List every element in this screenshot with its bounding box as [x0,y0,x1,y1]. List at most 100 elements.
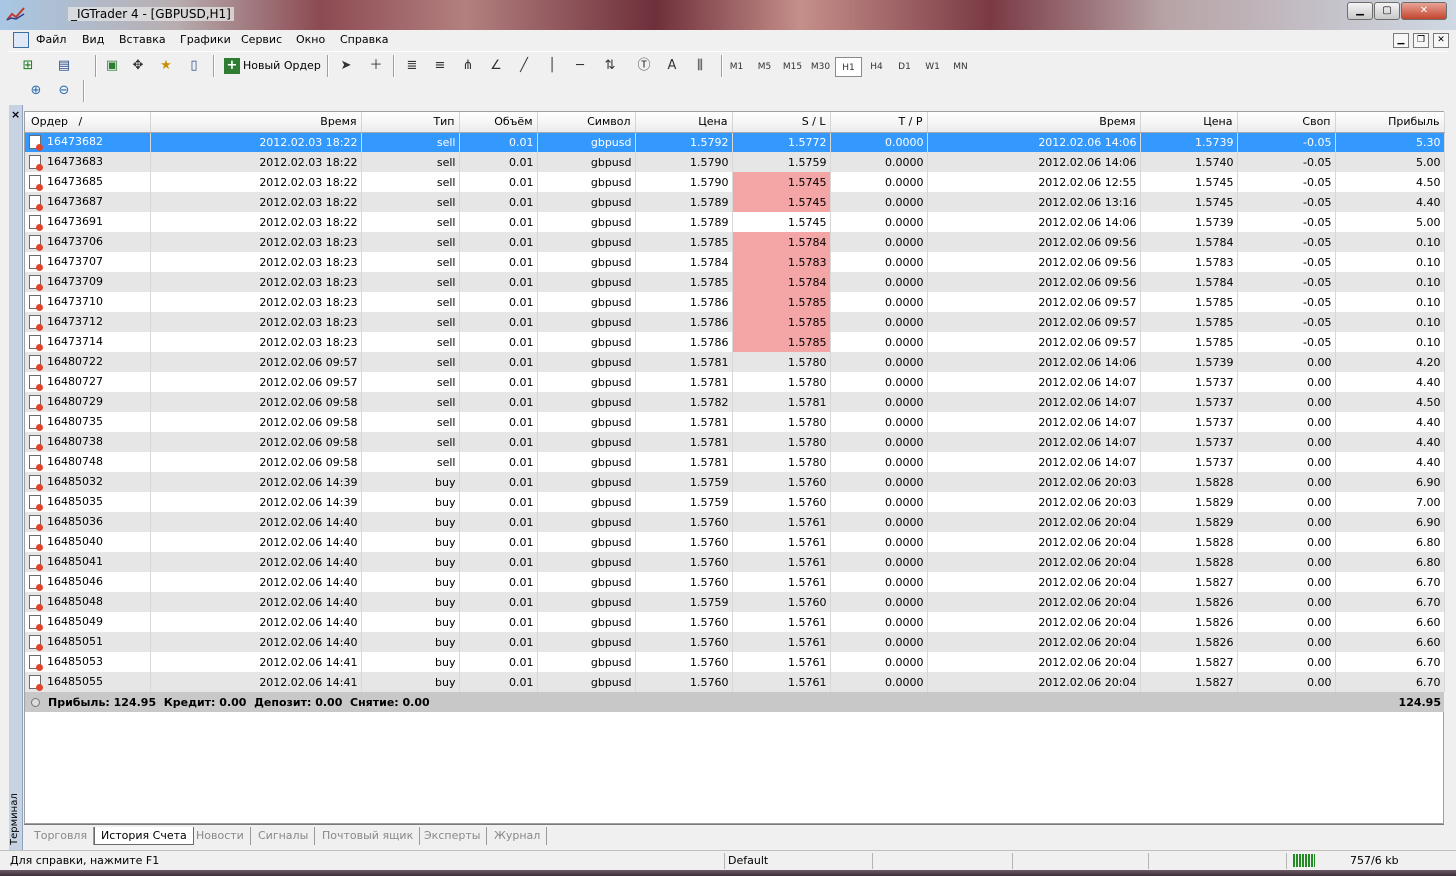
table-row[interactable]: 16480729 2012.02.06 09:58 sell 0.01 gbpusd 1.… [25,392,1445,412]
cell-symbol: gbpusd [537,632,636,652]
menu-view[interactable]: Вид [82,33,104,46]
table-row[interactable]: 16473683 2012.02.03 18:22 sell 0.01 gbpusd 1.… [25,152,1445,172]
table-row[interactable]: 16480738 2012.02.06 09:58 sell 0.01 gbpusd 1.… [25,432,1445,452]
table-row[interactable]: 16473687 2012.02.03 18:22 sell 0.01 gbpusd 1.… [25,192,1445,212]
table-row[interactable]: 16473685 2012.02.03 18:22 sell 0.01 gbpusd 1.… [25,172,1445,192]
text-label-icon[interactable]: Ⓣ [633,56,655,76]
timeframe-m1[interactable]: M1 [723,57,750,77]
timeframe-m15[interactable]: M15 [779,57,806,77]
timeframe-m5[interactable]: M5 [751,57,778,77]
crosshair-icon[interactable]: ＋ [365,56,387,76]
col-order[interactable]: Ордер / [25,112,151,133]
menu-charts[interactable]: Графики [180,33,231,46]
col-type[interactable]: Тип [361,112,460,133]
tab-journal[interactable]: Журнал [488,827,548,845]
text-icon[interactable]: A [661,56,683,76]
table-row[interactable]: 16485040 2012.02.06 14:40 buy 0.01 gbpusd 1.5… [25,532,1445,552]
horizontal-line-icon[interactable]: ─ [569,56,591,76]
fibo-arc-icon[interactable]: ∠ [485,56,507,76]
trendline-icon[interactable]: ╱ [513,56,535,76]
zoom-in-icon[interactable]: ⊕ [25,81,47,101]
timeframe-h4[interactable]: H4 [863,57,890,77]
table-row[interactable]: 16485053 2012.02.06 14:41 buy 0.01 gbpusd 1.5… [25,652,1445,672]
new-chart-icon[interactable]: ⊞ [17,56,39,76]
fibo-channel-icon[interactable]: ≡ [429,56,451,76]
terminal-icon[interactable]: ▯ [183,56,205,76]
new-order-button[interactable]: + Новый Ордер [221,55,321,77]
table-row[interactable]: 16480727 2012.02.06 09:57 sell 0.01 gbpusd 1.… [25,372,1445,392]
col-close-price[interactable]: Цена [1140,112,1238,133]
menu-tools[interactable]: Сервис [241,33,282,46]
tab-account-history[interactable]: История Счета [94,827,194,845]
menu-window[interactable]: Окно [296,33,325,46]
table-row[interactable]: 16473707 2012.02.03 18:23 sell 0.01 gbpusd 1.… [25,252,1445,272]
periods-icon[interactable]: ⫼ [689,56,711,76]
navigator-icon[interactable]: ✥ [127,56,149,76]
favorites-icon[interactable]: ★ [155,56,177,76]
cell-type: sell [361,412,460,432]
col-profit[interactable]: Прибыль [1335,112,1445,133]
tab-trade[interactable]: Торговля [28,827,95,845]
timeframe-d1[interactable]: D1 [891,57,918,77]
table-row[interactable]: 16473709 2012.02.03 18:23 sell 0.01 gbpusd 1.… [25,272,1445,292]
cell-volume: 0.01 [459,272,538,292]
closed-order-icon [29,375,43,391]
table-row[interactable]: 16485049 2012.02.06 14:40 buy 0.01 gbpusd 1.5… [25,612,1445,632]
profiles-icon[interactable]: ▤ [53,56,75,76]
table-row[interactable]: 16485051 2012.02.06 14:40 buy 0.01 gbpusd 1.5… [25,632,1445,652]
mdi-restore-icon[interactable]: ❐ [1413,33,1429,48]
col-close-time[interactable]: Время [927,112,1141,133]
minimize-button[interactable]: ▁ [1347,2,1373,20]
col-sl[interactable]: S / L [732,112,831,133]
table-row[interactable]: 16480722 2012.02.06 09:57 sell 0.01 gbpusd 1.… [25,352,1445,372]
table-row[interactable]: 16473714 2012.02.03 18:23 sell 0.01 gbpusd 1.… [25,332,1445,352]
table-row[interactable]: 16473710 2012.02.03 18:23 sell 0.01 gbpusd 1.… [25,292,1445,312]
title-bar[interactable]: _IGTrader 4 - [GBPUSD,H1] ▁ ▢ ✕ [0,0,1456,30]
col-swap[interactable]: Своп [1237,112,1336,133]
cell-symbol: gbpusd [537,252,636,272]
table-row[interactable]: 16485046 2012.02.06 14:40 buy 0.01 gbpusd 1.5… [25,572,1445,592]
fibo-fan-icon[interactable]: ⋔ [457,56,479,76]
menu-file[interactable]: Файл [36,33,66,46]
table-row[interactable]: 16485035 2012.02.06 14:39 buy 0.01 gbpusd 1.5… [25,492,1445,512]
close-window-button[interactable]: ✕ [1401,2,1447,20]
close-icon[interactable]: × [11,108,20,121]
table-row[interactable]: 16473682 2012.02.03 18:22 sell 0.01 gbpusd 1.… [25,132,1445,152]
arrows-icon[interactable]: ⇅ [599,56,621,76]
table-row[interactable]: 16480735 2012.02.06 09:58 sell 0.01 gbpusd 1.… [25,412,1445,432]
mdi-minimize-icon[interactable]: ▁ [1393,33,1409,48]
col-tp[interactable]: T / P [830,112,928,133]
col-open-time[interactable]: Время [150,112,362,133]
tab-news[interactable]: Новости [190,827,251,845]
status-profile[interactable]: Default [728,854,768,867]
table-row[interactable]: 16473706 2012.02.03 18:23 sell 0.01 gbpusd 1.… [25,232,1445,252]
col-open-price[interactable]: Цена [635,112,733,133]
timeframe-h1[interactable]: H1 [835,57,862,77]
tab-signals[interactable]: Сигналы [252,827,316,845]
vertical-line-icon[interactable]: │ [541,56,563,76]
tab-mailbox[interactable]: Почтовый ящик [316,827,421,845]
mdi-close-icon[interactable]: ✕ [1433,33,1449,48]
table-row[interactable]: 16485032 2012.02.06 14:39 buy 0.01 gbpusd 1.5… [25,472,1445,492]
table-row[interactable]: 16485036 2012.02.06 14:40 buy 0.01 gbpusd 1.5… [25,512,1445,532]
market-watch-icon[interactable]: ▣ [101,56,123,76]
tab-experts[interactable]: Эксперты [418,827,488,845]
table-row[interactable]: 16485055 2012.02.06 14:41 buy 0.01 gbpusd 1.5… [25,672,1445,692]
document-icon[interactable] [13,32,29,48]
table-row[interactable]: 16480748 2012.02.06 09:58 sell 0.01 gbpusd 1.… [25,452,1445,472]
cursor-icon[interactable]: ➤ [335,56,357,76]
table-row[interactable]: 16473712 2012.02.03 18:23 sell 0.01 gbpusd 1.… [25,312,1445,332]
zoom-out-icon[interactable]: ⊖ [53,81,75,101]
table-row[interactable]: 16473691 2012.02.03 18:22 sell 0.01 gbpusd 1.… [25,212,1445,232]
col-volume[interactable]: Объём [459,112,538,133]
maximize-button[interactable]: ▢ [1374,2,1400,20]
col-symbol[interactable]: Символ [537,112,636,133]
fibo-levels-icon[interactable]: ≣ [401,56,423,76]
table-row[interactable]: 16485041 2012.02.06 14:40 buy 0.01 gbpusd 1.5… [25,552,1445,572]
menu-help[interactable]: Справка [340,33,388,46]
timeframe-w1[interactable]: W1 [919,57,946,77]
table-row[interactable]: 16485048 2012.02.06 14:40 buy 0.01 gbpusd 1.5… [25,592,1445,612]
timeframe-mn[interactable]: MN [947,57,974,77]
timeframe-m30[interactable]: M30 [807,57,834,77]
menu-insert[interactable]: Вставка [119,33,166,46]
